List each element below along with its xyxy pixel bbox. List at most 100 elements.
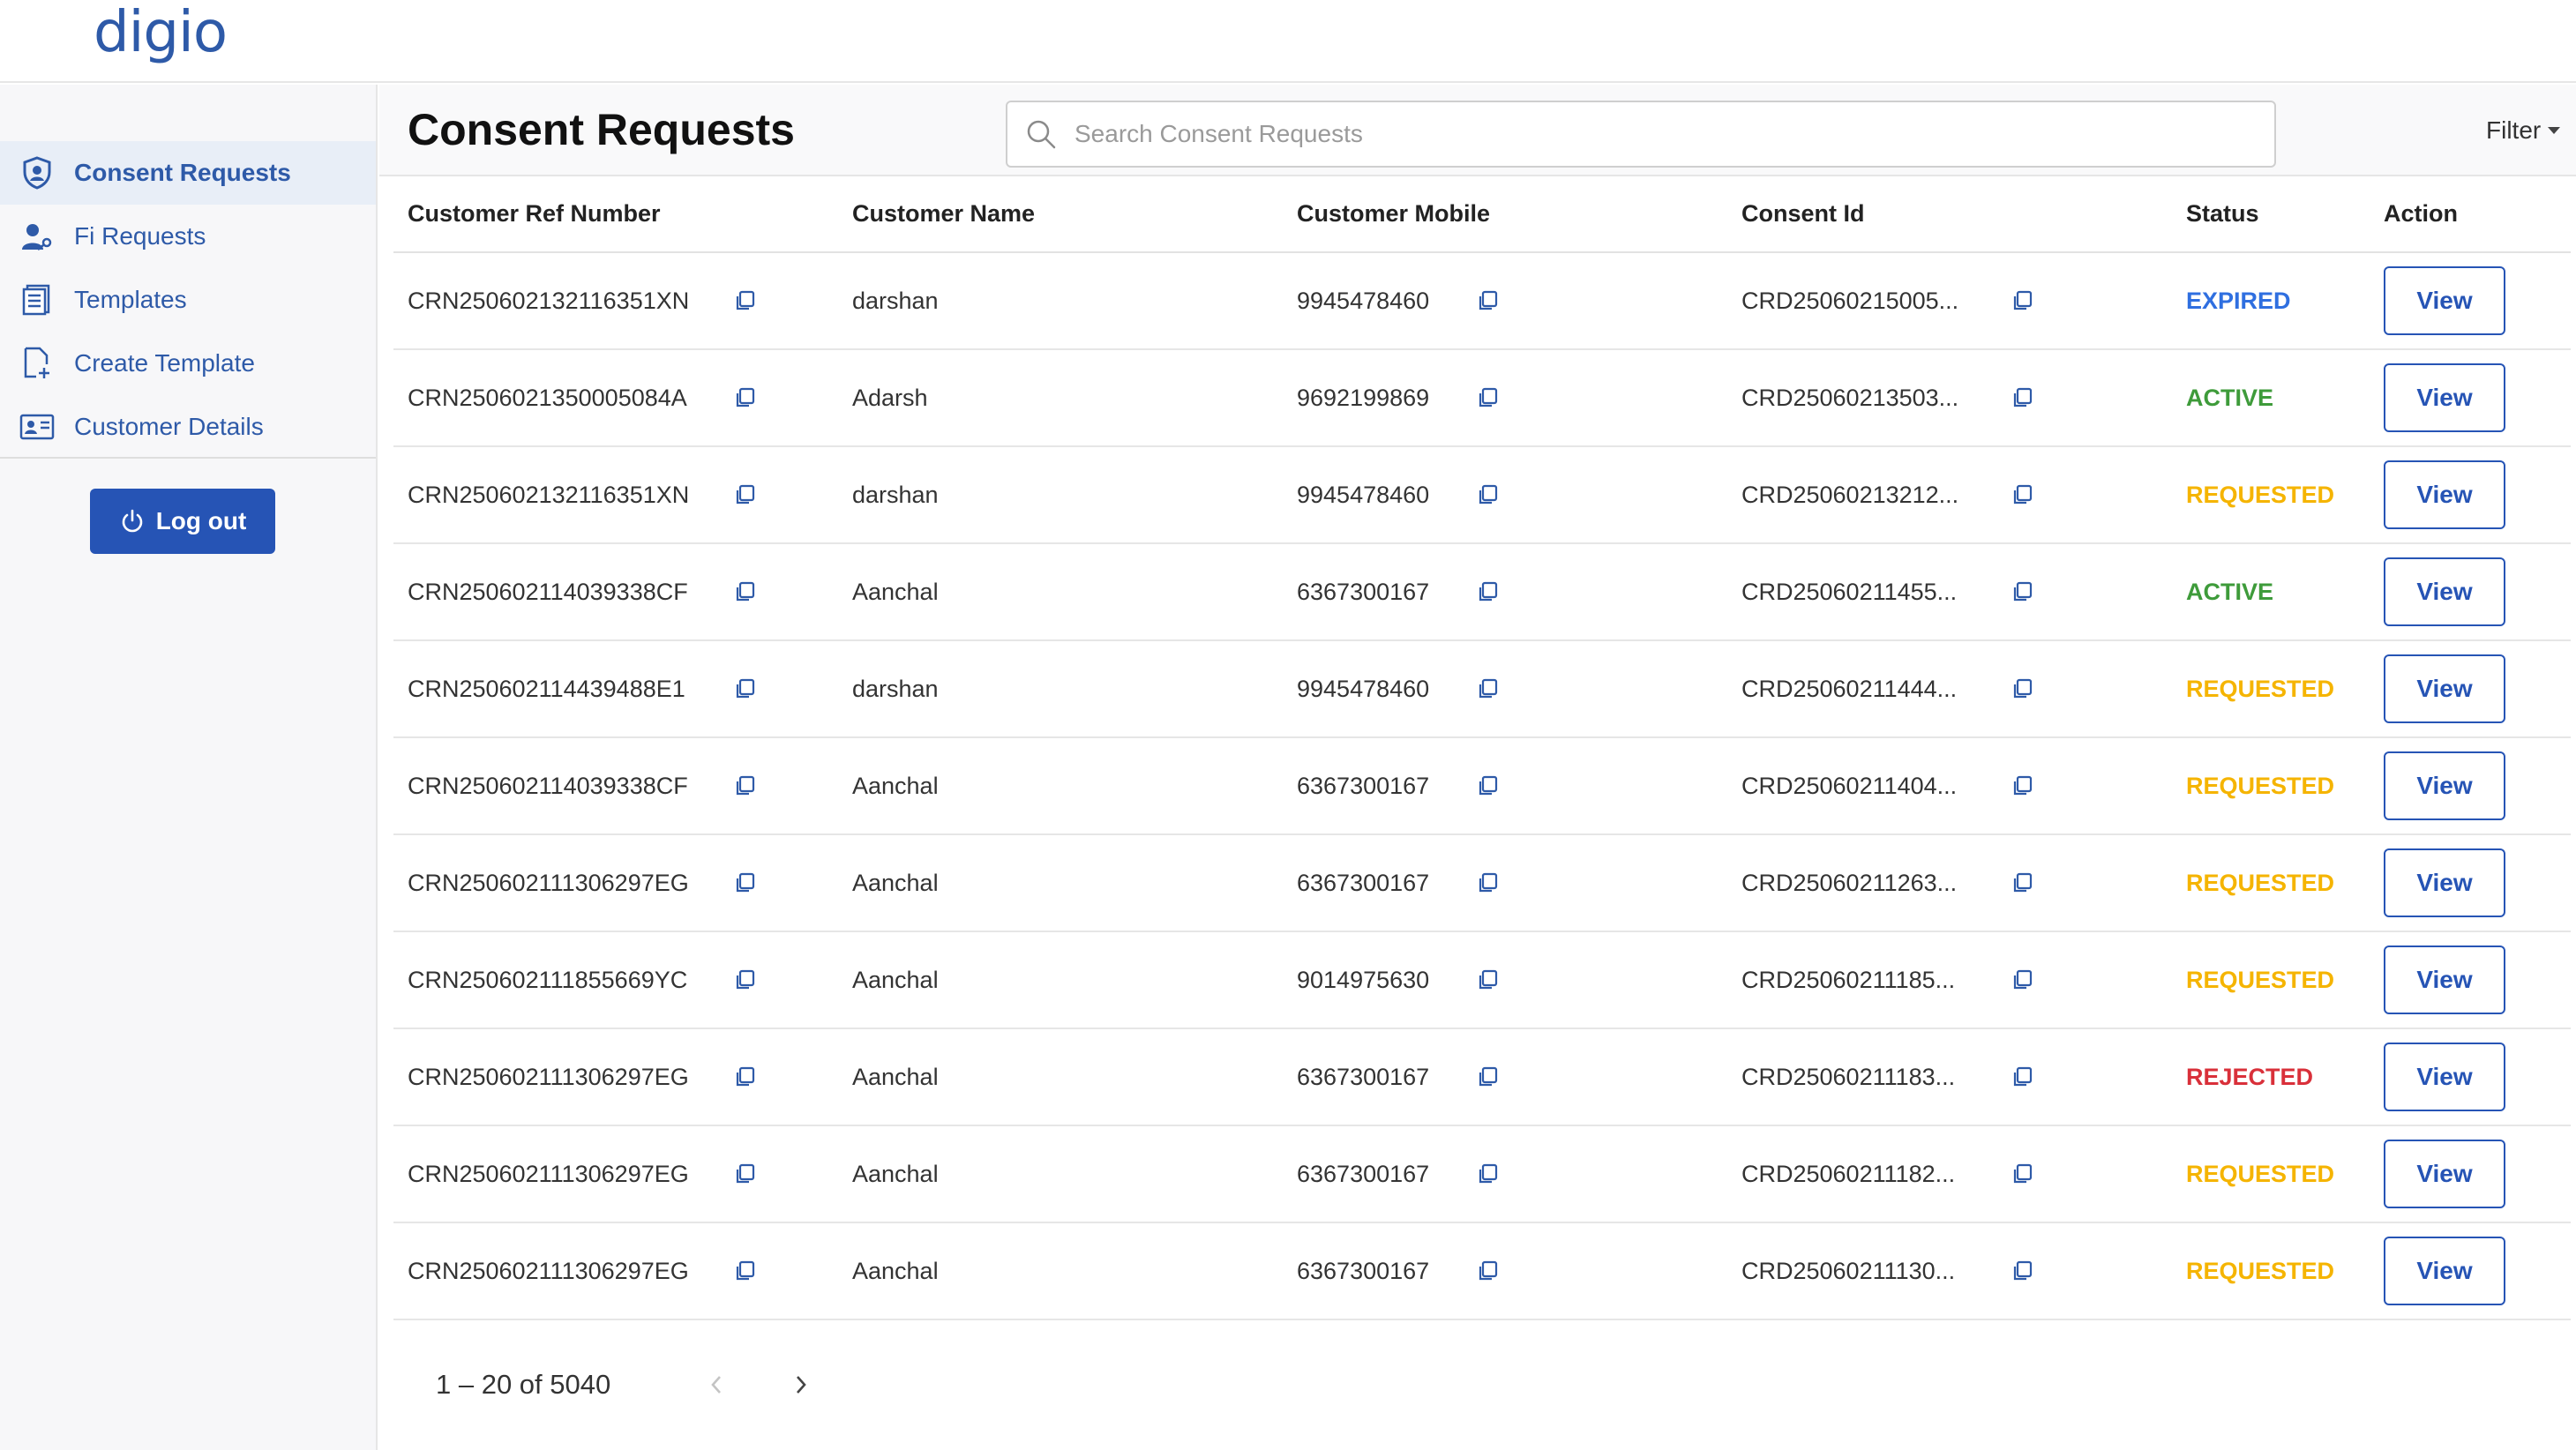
copy-icon[interactable]: [1477, 1162, 1500, 1185]
copy-icon[interactable]: [2011, 289, 2034, 312]
copy-icon[interactable]: [1477, 774, 1500, 797]
copy-icon[interactable]: [734, 289, 757, 312]
previous-page-button[interactable]: [690, 1358, 743, 1411]
main-content: Consent Requests Filter Customer Ref Num…: [379, 85, 2576, 1450]
copy-icon[interactable]: [1477, 1065, 1500, 1088]
customer-mobile-text: 6367300167: [1297, 1257, 1430, 1284]
table-row[interactable]: CRN250602111306297EG Aanchal 6367300167 CRD…: [393, 1222, 2571, 1320]
sidebar-item-consent-requests[interactable]: Consent Requests: [0, 141, 376, 205]
view-button[interactable]: View: [2384, 848, 2505, 917]
view-button[interactable]: View: [2384, 460, 2505, 529]
copy-icon[interactable]: [1477, 968, 1500, 991]
table-row[interactable]: CRN250602114039338CF Aanchal 6367300167 CRD…: [393, 543, 2571, 641]
view-button[interactable]: View: [2384, 945, 2505, 1014]
copy-icon[interactable]: [734, 774, 757, 797]
table-row[interactable]: CRN250602111306297EG Aanchal 6367300167 CRD…: [393, 1028, 2571, 1126]
view-button[interactable]: View: [2384, 1140, 2505, 1208]
sidebar-item-templates[interactable]: Templates: [0, 268, 376, 332]
copy-icon[interactable]: [734, 1162, 757, 1185]
cell-consent-id: CRD25060211404...: [1727, 737, 2172, 835]
copy-icon[interactable]: [2011, 968, 2034, 991]
cell-consent-id: CRD25060211130...: [1727, 1222, 2172, 1320]
sidebar-item-customer-details[interactable]: Customer Details: [0, 395, 376, 459]
table-row[interactable]: CRN250602132116351XN darshan 9945478460 CRD…: [393, 252, 2571, 350]
copy-icon[interactable]: [2011, 483, 2034, 506]
status-badge: REQUESTED: [2186, 772, 2335, 799]
column-header-customer-mobile[interactable]: Customer Mobile: [1283, 176, 1727, 253]
copy-icon[interactable]: [2011, 677, 2034, 700]
consent-id-text: CRD25060213212...: [1741, 481, 1959, 508]
column-header-status[interactable]: Status: [2172, 176, 2370, 253]
copy-icon[interactable]: [734, 1065, 757, 1088]
table-header-row: Customer Ref Number Customer Name Custom…: [393, 176, 2571, 253]
cell-action: View: [2370, 834, 2571, 932]
copy-icon[interactable]: [734, 386, 757, 409]
copy-icon[interactable]: [734, 968, 757, 991]
cell-status: REQUESTED: [2172, 834, 2370, 932]
table-row[interactable]: CRN2506021350005084A Adarsh 9692199869 CRD2…: [393, 349, 2571, 447]
cell-action: View: [2370, 737, 2571, 835]
copy-icon[interactable]: [2011, 386, 2034, 409]
copy-icon[interactable]: [2011, 1259, 2034, 1282]
consent-id-text: CRD25060211130...: [1741, 1257, 1956, 1284]
column-header-consent-id[interactable]: Consent Id: [1727, 176, 2172, 253]
copy-icon[interactable]: [734, 483, 757, 506]
copy-icon[interactable]: [734, 1259, 757, 1282]
copy-icon[interactable]: [2011, 871, 2034, 894]
app-logo[interactable]: digio: [94, 0, 228, 65]
cell-status: REQUESTED: [2172, 640, 2370, 738]
customer-ref-number-text: CRN250602111306297EG: [408, 1160, 689, 1187]
column-header-customer-ref-number[interactable]: Customer Ref Number: [393, 176, 838, 253]
view-button[interactable]: View: [2384, 266, 2505, 335]
table-row[interactable]: CRN250602132116351XN darshan 9945478460 CRD…: [393, 446, 2571, 544]
cell-status: REJECTED: [2172, 1028, 2370, 1126]
table-row[interactable]: CRN250602114039338CF Aanchal 6367300167 CRD…: [393, 737, 2571, 835]
next-page-button[interactable]: [775, 1358, 827, 1411]
copy-icon[interactable]: [2011, 580, 2034, 603]
copy-icon[interactable]: [1477, 871, 1500, 894]
filter-dropdown[interactable]: Filter: [2486, 116, 2561, 145]
copy-icon[interactable]: [1477, 289, 1500, 312]
view-button[interactable]: View: [2384, 654, 2505, 723]
copy-icon[interactable]: [1477, 386, 1500, 409]
table-row[interactable]: CRN250602111306297EG Aanchal 6367300167 CRD…: [393, 834, 2571, 932]
view-button[interactable]: View: [2384, 1237, 2505, 1305]
customer-mobile-text: 6367300167: [1297, 578, 1430, 605]
table-row[interactable]: CRN250602114439488E1 darshan 9945478460 CRD…: [393, 640, 2571, 738]
table-row[interactable]: CRN250602111306297EG Aanchal 6367300167 CRD…: [393, 1125, 2571, 1223]
search-input[interactable]: [1075, 120, 2221, 148]
status-badge: REQUESTED: [2186, 869, 2335, 896]
cell-action: View: [2370, 1028, 2571, 1126]
copy-icon[interactable]: [1477, 677, 1500, 700]
view-button[interactable]: View: [2384, 751, 2505, 820]
column-header-customer-name[interactable]: Customer Name: [838, 176, 1283, 253]
search-box[interactable]: [1006, 101, 2276, 168]
table-row[interactable]: CRN250602111855669YC Aanchal 9014975630 CRD…: [393, 931, 2571, 1029]
sidebar-item-label: Templates: [74, 286, 187, 313]
add-document-icon: [16, 346, 58, 381]
sidebar-item-create-template[interactable]: Create Template: [0, 332, 376, 395]
copy-icon[interactable]: [2011, 1162, 2034, 1185]
customer-name-text: Aanchal: [852, 966, 939, 993]
copy-icon[interactable]: [1477, 483, 1500, 506]
view-button[interactable]: View: [2384, 363, 2505, 432]
cell-customer-mobile: 6367300167: [1283, 1125, 1727, 1223]
view-button[interactable]: View: [2384, 1043, 2505, 1111]
copy-icon[interactable]: [2011, 774, 2034, 797]
view-button[interactable]: View: [2384, 557, 2505, 626]
customer-ref-number-wrap: CRN2506021350005084A: [408, 385, 838, 412]
cell-action: View: [2370, 543, 2571, 641]
copy-icon[interactable]: [1477, 1259, 1500, 1282]
sidebar-item-fi-requests[interactable]: Fi Requests: [0, 205, 376, 268]
copy-icon[interactable]: [734, 871, 757, 894]
logout-button[interactable]: Log out: [90, 489, 275, 554]
customer-ref-number-wrap: CRN250602114439488E1: [408, 676, 838, 703]
cell-customer-name: Adarsh: [838, 349, 1283, 447]
customer-mobile-wrap: 9014975630: [1297, 967, 1727, 994]
copy-icon[interactable]: [1477, 580, 1500, 603]
copy-icon[interactable]: [734, 580, 757, 603]
copy-icon[interactable]: [734, 677, 757, 700]
copy-icon[interactable]: [2011, 1065, 2034, 1088]
cell-action: View: [2370, 446, 2571, 544]
customer-name-wrap: darshan: [852, 482, 1283, 509]
